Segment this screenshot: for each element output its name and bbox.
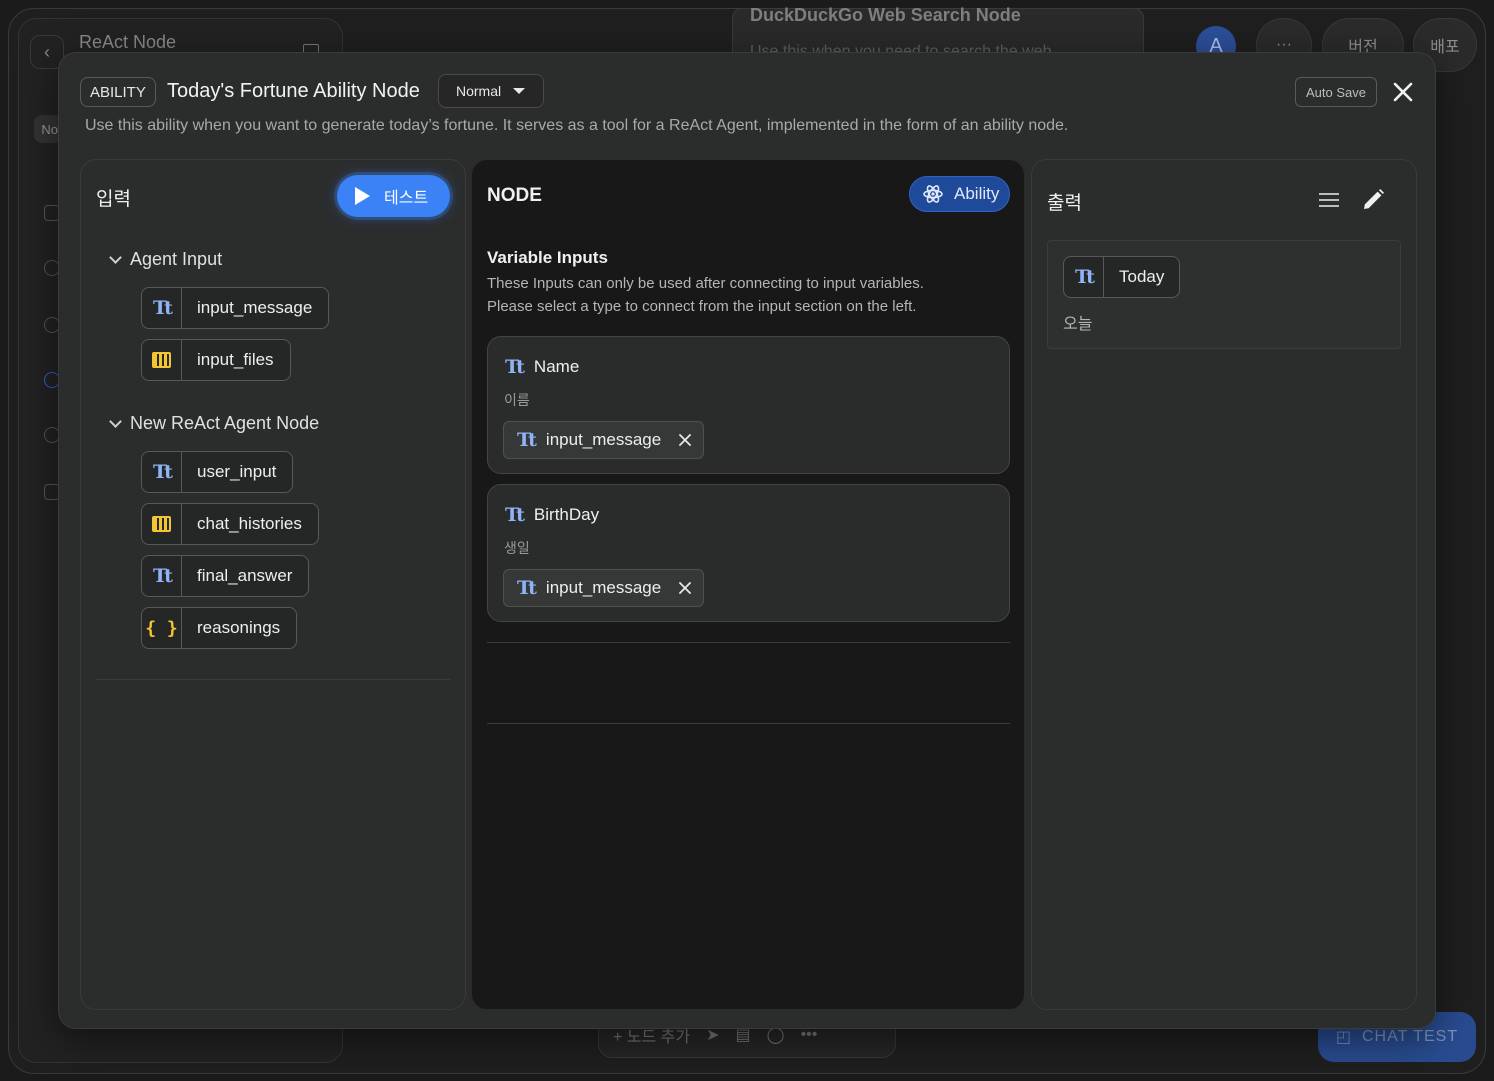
field-header: Tt Name (505, 356, 579, 378)
text-type-icon: Tt (142, 556, 182, 596)
background-node-card-title: DuckDuckGo Web Search Node (750, 5, 1021, 25)
close-icon (1393, 82, 1413, 102)
remove-icon[interactable] (679, 582, 692, 594)
variable-inputs-desc-line: These Inputs can only be used after conn… (487, 275, 924, 292)
variable-label: input_message (197, 298, 313, 317)
variable-label: input_files (197, 350, 274, 369)
variable-label: reasonings (197, 618, 281, 637)
input-variable-chip[interactable]: { } reasonings (141, 607, 298, 649)
auto-save-badge[interactable]: Auto Save (1295, 77, 1377, 107)
group-toggle-agent-input[interactable]: Agent Input (109, 249, 223, 270)
variable-inputs-desc-line: Please select a type to connect from the… (487, 298, 917, 315)
divider (96, 679, 450, 680)
variable-label: final_answer (197, 566, 293, 585)
chat-icon: ◰ (1335, 1029, 1352, 1046)
remove-icon[interactable] (679, 434, 692, 446)
play-icon (355, 187, 370, 205)
chat-test-label: CHAT TEST (1362, 1028, 1459, 1045)
menu-icon[interactable] (1319, 192, 1339, 208)
group-name: New ReAct Agent Node (130, 413, 320, 433)
output-toolbar (1319, 188, 1385, 212)
field-card-birthday: Tt BirthDay 생일 Tt input_message (487, 484, 1010, 622)
modal-description: Use this ability when you want to genera… (85, 117, 1069, 134)
text-type-icon: Tt (505, 504, 525, 526)
connected-variable-chip[interactable]: Tt input_message (503, 569, 705, 607)
output-variable-label: Today (1119, 267, 1165, 286)
output-panel-heading: 출력 (1047, 193, 1082, 214)
text-type-icon: Tt (505, 356, 525, 378)
input-variable-chip[interactable]: chat_histories (141, 503, 319, 545)
input-variable-chip[interactable]: Tt final_answer (141, 555, 310, 597)
output-item: Tt Today 오늘 (1047, 240, 1401, 349)
connected-variable-chip[interactable]: Tt input_message (503, 421, 705, 459)
output-variable-chip[interactable]: Tt Today (1063, 256, 1181, 298)
close-button[interactable] (1388, 77, 1418, 107)
node-panel-heading: NODE (487, 185, 542, 206)
variable-label: user_input (197, 462, 277, 481)
text-type-icon: Tt (517, 577, 537, 599)
test-button-label: 테스트 (384, 190, 429, 207)
divider (487, 723, 1010, 724)
test-button[interactable]: 테스트 (337, 175, 450, 217)
mode-select[interactable]: Normal (438, 74, 544, 108)
variable-label: chat_histories (197, 514, 302, 533)
input-variable-chip[interactable]: input_files (141, 339, 291, 381)
group-toggle-react-agent-node[interactable]: New ReAct Agent Node (109, 413, 320, 434)
output-panel: 출력 Tt Today 오늘 (1031, 159, 1417, 1010)
atom-icon (923, 185, 943, 203)
connected-variable-label: input_message (545, 578, 662, 597)
node-panel: NODE Ability Variable Inputs These Input… (471, 159, 1025, 1010)
input-variable-chip[interactable]: Tt input_message (141, 287, 330, 329)
mode-select-value: Normal (456, 83, 502, 99)
variable-inputs-title: Variable Inputs (487, 248, 608, 267)
chevron-down-icon (109, 251, 122, 264)
node-type-badge: ABILITY (80, 77, 156, 107)
ability-badge[interactable]: Ability (909, 176, 1010, 212)
text-type-icon: Tt (517, 429, 537, 451)
field-name: Name (533, 357, 580, 376)
field-card-name: Tt Name 이름 Tt input_message (487, 336, 1010, 474)
text-type-icon: Tt (1064, 257, 1104, 297)
background-panel-title: ReAct Node (79, 32, 177, 52)
field-name: BirthDay (533, 505, 600, 524)
variable-inputs-description: These Inputs can only be used after conn… (487, 272, 924, 318)
group-name: Agent Input (130, 249, 223, 269)
pencil-icon[interactable] (1361, 188, 1385, 212)
field-subtitle: 생일 (504, 540, 530, 556)
ability-node-modal: ABILITY Today's Fortune Ability Node Nor… (58, 52, 1436, 1029)
input-variable-chip[interactable]: Tt user_input (141, 451, 294, 493)
divider (487, 642, 1010, 643)
ability-badge-label: Ability (954, 184, 1000, 203)
array-type-icon (142, 504, 182, 544)
chevron-down-icon (109, 415, 122, 428)
input-panel: 입력 테스트 Agent Input Tt input_message inpu… (80, 159, 466, 1010)
field-subtitle: 이름 (504, 392, 530, 408)
output-variable-subtitle: 오늘 (1063, 316, 1093, 333)
modal-title: Today's Fortune Ability Node (167, 80, 420, 102)
array-type-icon (142, 340, 182, 380)
text-type-icon: Tt (142, 288, 182, 328)
chevron-left-icon: ‹ (44, 41, 50, 62)
field-header: Tt BirthDay (505, 504, 599, 526)
caret-down-icon (513, 88, 526, 94)
input-panel-heading: 입력 (96, 189, 131, 210)
object-type-icon: { } (142, 608, 182, 648)
text-type-icon: Tt (142, 452, 182, 492)
connected-variable-label: input_message (545, 430, 662, 449)
